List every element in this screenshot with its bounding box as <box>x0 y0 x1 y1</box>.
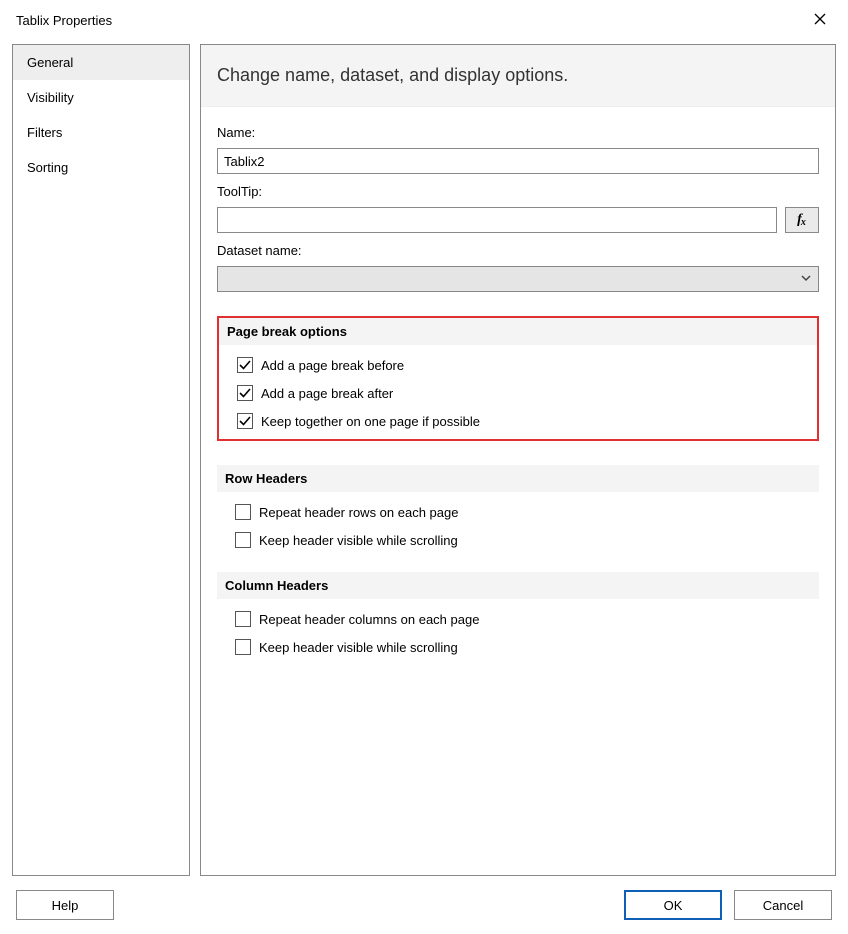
checkbox-label: Add a page break before <box>261 358 404 373</box>
sidebar-item-label: Visibility <box>27 90 74 105</box>
checkbox-add-page-break-before[interactable]: Add a page break before <box>237 357 809 373</box>
sidebar-item-label: Filters <box>27 125 62 140</box>
name-input[interactable] <box>217 148 819 174</box>
tooltip-label: ToolTip: <box>217 184 819 199</box>
row-headers-section: Row Headers Repeat header rows on each p… <box>217 465 819 548</box>
tooltip-input[interactable] <box>217 207 777 233</box>
titlebar: Tablix Properties <box>0 0 848 36</box>
checkbox-icon <box>237 413 253 429</box>
close-button[interactable] <box>806 9 834 31</box>
column-headers-header: Column Headers <box>217 572 819 599</box>
sidebar-item-visibility[interactable]: Visibility <box>13 80 189 115</box>
checkbox-keep-row-header-visible[interactable]: Keep header visible while scrolling <box>235 532 811 548</box>
page-break-header: Page break options <box>219 318 817 345</box>
checkbox-icon <box>235 504 251 520</box>
checkbox-add-page-break-after[interactable]: Add a page break after <box>237 385 809 401</box>
name-label: Name: <box>217 125 819 140</box>
fx-icon: fx <box>797 212 807 228</box>
checkbox-label: Keep header visible while scrolling <box>259 533 458 548</box>
column-headers-body: Repeat header columns on each page Keep … <box>217 605 819 655</box>
sidebar-item-filters[interactable]: Filters <box>13 115 189 150</box>
sidebar-item-general[interactable]: General <box>13 45 189 80</box>
checkbox-repeat-header-rows[interactable]: Repeat header rows on each page <box>235 504 811 520</box>
sidebar-item-label: Sorting <box>27 160 68 175</box>
checkbox-label: Repeat header rows on each page <box>259 505 458 520</box>
checkbox-label: Keep together on one page if possible <box>261 414 480 429</box>
close-icon <box>814 13 826 28</box>
row-headers-header: Row Headers <box>217 465 819 492</box>
cancel-button[interactable]: Cancel <box>734 890 832 920</box>
main-area: General Visibility Filters Sorting Chang… <box>0 36 848 880</box>
page-break-body: Add a page break before Add a page break… <box>219 351 817 429</box>
checkbox-icon <box>237 357 253 373</box>
footer: Help OK Cancel <box>0 880 848 934</box>
content-body: Name: ToolTip: fx Dataset name: <box>201 107 835 669</box>
dataset-dropdown[interactable] <box>217 266 819 292</box>
checkbox-icon <box>235 611 251 627</box>
checkbox-keep-together[interactable]: Keep together on one page if possible <box>237 413 809 429</box>
row-headers-body: Repeat header rows on each page Keep hea… <box>217 498 819 548</box>
page-break-section: Page break options Add a page break befo… <box>217 316 819 441</box>
sidebar: General Visibility Filters Sorting <box>12 44 190 876</box>
content-header: Change name, dataset, and display option… <box>201 45 835 107</box>
checkbox-icon <box>237 385 253 401</box>
dataset-label: Dataset name: <box>217 243 819 258</box>
checkbox-label: Repeat header columns on each page <box>259 612 479 627</box>
sidebar-item-label: General <box>27 55 73 70</box>
checkbox-label: Keep header visible while scrolling <box>259 640 458 655</box>
checkbox-icon <box>235 639 251 655</box>
checkbox-keep-column-header-visible[interactable]: Keep header visible while scrolling <box>235 639 811 655</box>
chevron-down-icon <box>800 272 812 287</box>
ok-button[interactable]: OK <box>624 890 722 920</box>
sidebar-item-sorting[interactable]: Sorting <box>13 150 189 185</box>
checkbox-repeat-header-columns[interactable]: Repeat header columns on each page <box>235 611 811 627</box>
expression-button[interactable]: fx <box>785 207 819 233</box>
column-headers-section: Column Headers Repeat header columns on … <box>217 572 819 655</box>
dialog-title: Tablix Properties <box>16 13 112 28</box>
checkbox-icon <box>235 532 251 548</box>
page-title: Change name, dataset, and display option… <box>217 65 819 86</box>
content-panel: Change name, dataset, and display option… <box>200 44 836 876</box>
checkbox-label: Add a page break after <box>261 386 393 401</box>
tooltip-row: fx <box>217 207 819 233</box>
tablix-properties-dialog: Tablix Properties General Visibility Fil… <box>0 0 848 934</box>
help-button[interactable]: Help <box>16 890 114 920</box>
